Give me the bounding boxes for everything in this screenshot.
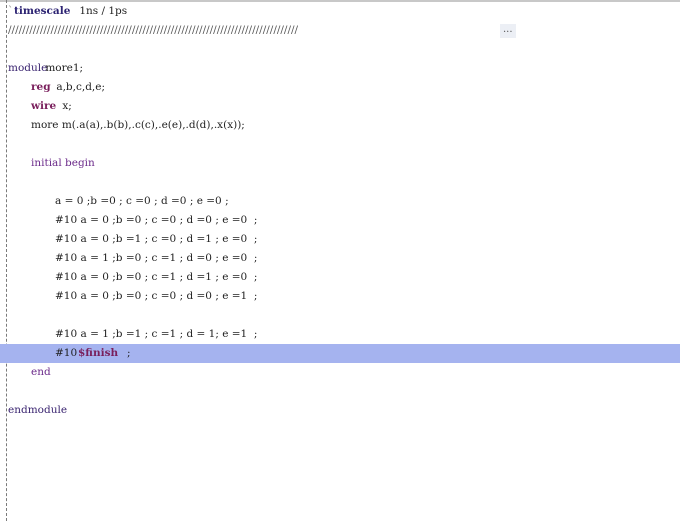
- code-editor[interactable]: ` timescale 1ns / 1ps //////////////////…: [0, 2, 680, 420]
- stimulus-text: #10 a = 0 ;b =0 ; c =1 ; d =1 ; e =0 ;: [55, 271, 258, 283]
- code-line-stimulus[interactable]: #10 a = 0 ;b =0 ; c =1 ; d =1 ; e =0 ;: [0, 268, 680, 287]
- stimulus-text: #10 a = 0 ;b =0 ; c =0 ; d =0 ; e =1 ;: [55, 290, 258, 302]
- code-line-finish-highlighted[interactable]: #10 $finish ;: [0, 344, 680, 363]
- folded-region-marker[interactable]: ...: [500, 24, 516, 38]
- stimulus-text: #10 a = 0 ;b =0 ; c =0 ; d =0 ; e =0 ;: [55, 214, 258, 226]
- code-line-blank[interactable]: [0, 306, 680, 325]
- endmodule-keyword: endmodule: [8, 404, 68, 416]
- code-line-stimulus[interactable]: #10 a = 1 ;b =1 ; c =1 ; d = 1; e =1 ;: [0, 325, 680, 344]
- code-line-blank[interactable]: [0, 173, 680, 192]
- code-line-reg[interactable]: reg a,b,c,d,e;: [0, 78, 680, 97]
- stimulus-text: #10 a = 0 ;b =1 ; c =0 ; d =1 ; e =0 ;: [55, 233, 258, 245]
- code-line-stimulus[interactable]: #10 a = 0 ;b =0 ; c =0 ; d =0 ; e =0 ;: [0, 211, 680, 230]
- finish-semicolon: ;: [127, 347, 131, 359]
- reg-keyword: reg: [31, 81, 51, 93]
- code-line-wire[interactable]: wire x;: [0, 97, 680, 116]
- code-line-endmodule[interactable]: endmodule: [0, 401, 680, 420]
- code-line-blank[interactable]: [0, 40, 680, 59]
- code-line-stimulus[interactable]: #10 a = 1 ;b =0 ; c =1 ; d =0 ; e =0 ;: [0, 249, 680, 268]
- code-line-comment[interactable]: ////////////////////////////////////////…: [0, 21, 680, 40]
- code-line-initial[interactable]: initial begin: [0, 154, 680, 173]
- module-name: more1;: [42, 62, 84, 74]
- end-keyword: end: [31, 366, 51, 378]
- stimulus-text: #10 a = 1 ;b =1 ; c =1 ; d = 1; e =1 ;: [55, 328, 258, 340]
- code-line-stimulus[interactable]: #10 a = 0 ;b =0 ; c =0 ; d =0 ; e =1 ;: [0, 287, 680, 306]
- code-line-end[interactable]: end: [0, 363, 680, 382]
- module-instance: more m(.a(a),.b(b),.c(c),.e(e),.d(d),.x(…: [31, 119, 245, 131]
- timescale-directive: timescale: [14, 5, 71, 17]
- timescale-value: 1ns / 1ps: [76, 5, 128, 17]
- finish-delay: #10: [55, 347, 81, 359]
- code-line-timescale[interactable]: ` timescale 1ns / 1ps: [0, 2, 680, 21]
- code-line-stimulus[interactable]: a = 0 ;b =0 ; c =0 ; d =0 ; e =0 ;: [0, 192, 680, 211]
- code-line-module[interactable]: module more1;: [0, 59, 680, 78]
- code-line-instance[interactable]: more m(.a(a),.b(b),.c(c),.e(e),.d(d),.x(…: [0, 116, 680, 135]
- finish-system-task: $finish: [78, 347, 119, 359]
- initial-begin: initial begin: [31, 157, 95, 169]
- wire-keyword: wire: [31, 100, 57, 112]
- wire-declaration: x;: [59, 100, 72, 112]
- code-line-blank[interactable]: [0, 135, 680, 154]
- code-line-blank[interactable]: [0, 382, 680, 401]
- code-line-stimulus[interactable]: #10 a = 0 ;b =1 ; c =0 ; d =1 ; e =0 ;: [0, 230, 680, 249]
- stimulus-text: a = 0 ;b =0 ; c =0 ; d =0 ; e =0 ;: [55, 195, 229, 207]
- stimulus-text: #10 a = 1 ;b =0 ; c =1 ; d =0 ; e =0 ;: [55, 252, 258, 264]
- comment-text: ////////////////////////////////////////…: [8, 24, 299, 36]
- reg-declaration: a,b,c,d,e;: [53, 81, 106, 93]
- backtick: `: [8, 5, 14, 17]
